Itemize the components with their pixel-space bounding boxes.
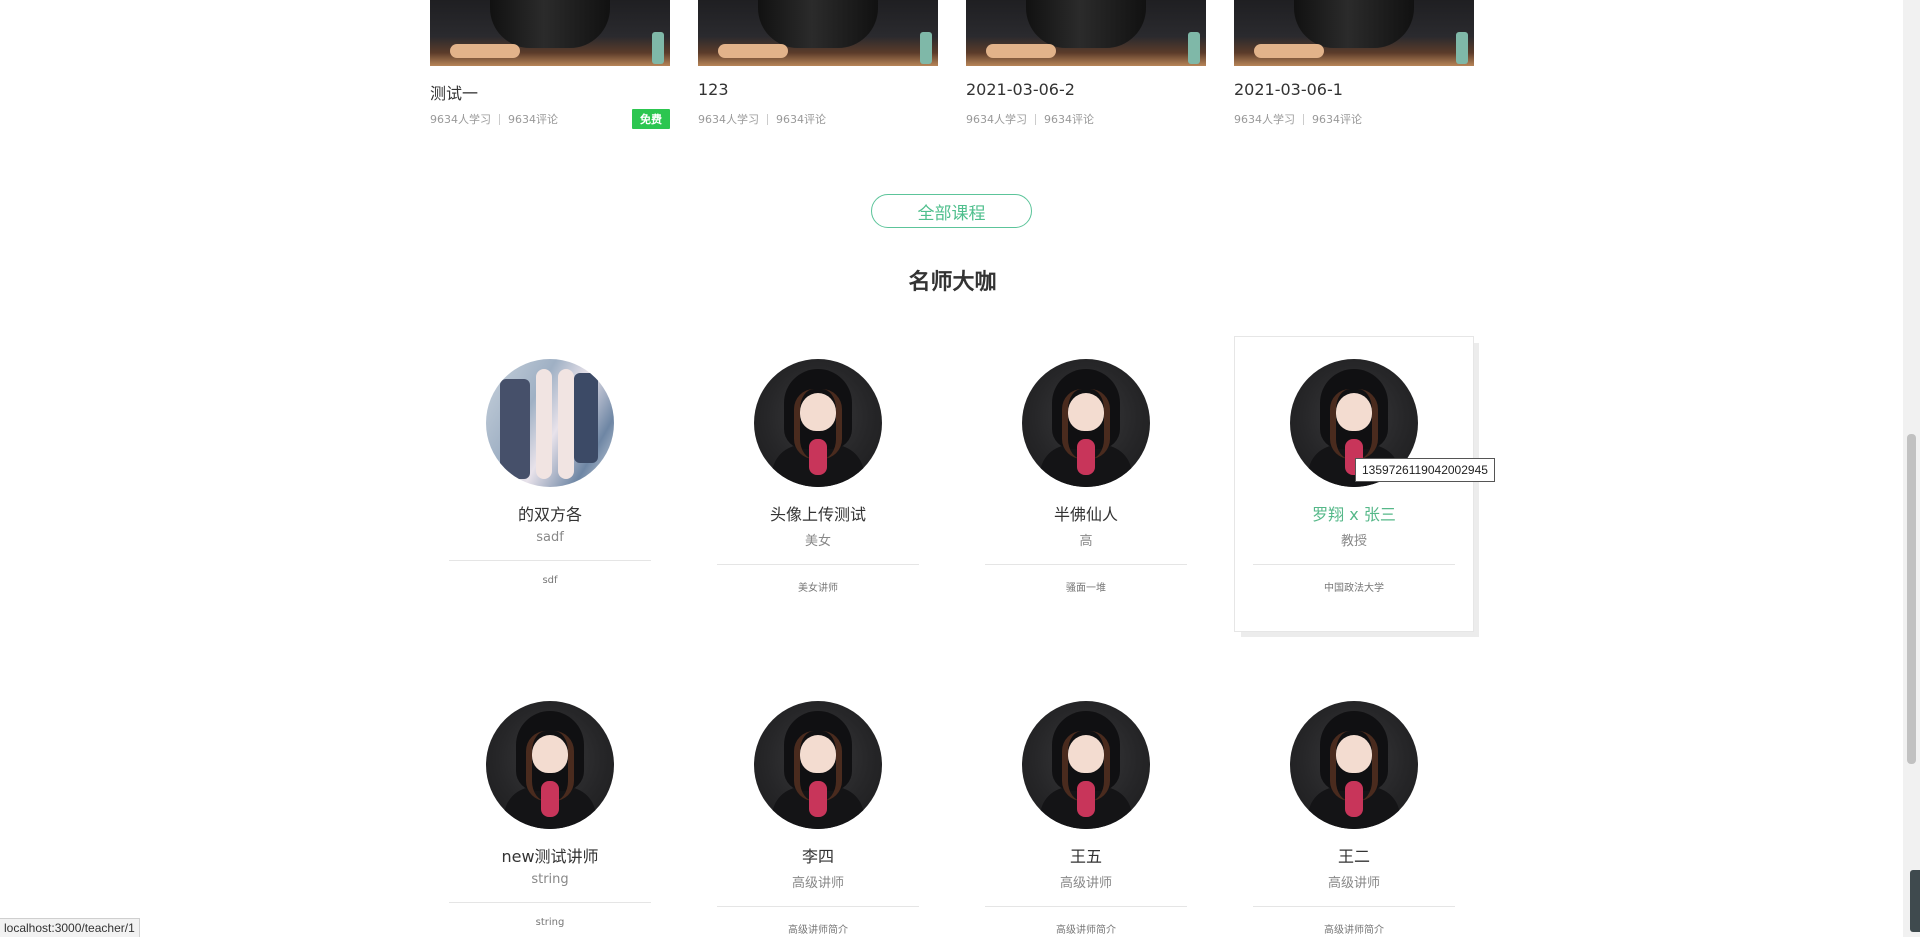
- teacher-title: sadf: [536, 530, 564, 545]
- teacher-intro: 高级讲师简介: [788, 925, 848, 936]
- teacher-card-hovered[interactable]: 罗翔 x 张三 教授 中国政法大学: [1234, 336, 1474, 632]
- course-thumbnail[interactable]: [698, 0, 938, 66]
- course-list: 测试一 9634人学习 9634评论 免费 123 9634人学习 9634评论…: [430, 0, 1475, 129]
- course-meta: 9634人学习 9634评论 免费: [430, 109, 670, 129]
- avatar-tooltip: 1359726119042002945: [1355, 458, 1495, 482]
- divider: [985, 906, 1187, 907]
- course-meta: 9634人学习 9634评论: [1234, 110, 1474, 128]
- teacher-name[interactable]: 头像上传测试: [699, 501, 937, 525]
- student-count: 9634人学习: [966, 113, 1027, 126]
- course-card[interactable]: 2021-03-06-2 9634人学习 9634评论: [966, 0, 1206, 128]
- divider: [717, 906, 919, 907]
- teacher-intro: 高级讲师简介: [1056, 925, 1116, 936]
- divider: [985, 564, 1187, 565]
- course-thumbnail[interactable]: [966, 0, 1206, 66]
- teacher-avatar[interactable]: [754, 701, 882, 829]
- teacher-intro: string: [535, 917, 565, 928]
- teacher-name[interactable]: 王二: [1235, 843, 1473, 867]
- course-card[interactable]: 2021-03-06-1 9634人学习 9634评论: [1234, 0, 1474, 128]
- teacher-name[interactable]: 的双方各: [431, 501, 669, 525]
- teacher-name[interactable]: new测试讲师: [431, 843, 669, 867]
- course-meta: 9634人学习 9634评论: [966, 110, 1206, 128]
- teacher-intro: 骚面一堆: [1066, 583, 1106, 594]
- teacher-avatar[interactable]: [1022, 701, 1150, 829]
- comment-count: 9634评论: [1312, 113, 1362, 126]
- vertical-scrollbar[interactable]: [1903, 0, 1920, 937]
- teacher-name[interactable]: 半佛仙人: [967, 501, 1205, 525]
- side-widget-icon[interactable]: [1910, 870, 1920, 932]
- teacher-name[interactable]: 李四: [699, 843, 937, 867]
- course-card[interactable]: 测试一 9634人学习 9634评论 免费: [430, 0, 670, 129]
- course-title[interactable]: 2021-03-06-2: [966, 80, 1206, 102]
- teacher-card[interactable]: 半佛仙人 高 骚面一堆: [966, 336, 1206, 632]
- teacher-intro: sdf: [542, 575, 558, 586]
- teacher-avatar[interactable]: [1290, 701, 1418, 829]
- comment-count: 9634评论: [508, 113, 558, 126]
- teacher-avatar[interactable]: [1022, 359, 1150, 487]
- comment-count: 9634评论: [776, 113, 826, 126]
- teacher-card[interactable]: new测试讲师 string string: [430, 678, 670, 937]
- course-meta: 9634人学习 9634评论: [698, 110, 938, 128]
- teacher-card[interactable]: 李四 高级讲师 高级讲师简介: [698, 678, 938, 937]
- status-bar-url: localhost:3000/teacher/1: [0, 918, 140, 937]
- free-badge: 免费: [632, 109, 670, 129]
- teacher-avatar[interactable]: [486, 701, 614, 829]
- scrollbar-thumb[interactable]: [1907, 434, 1916, 764]
- teacher-avatar[interactable]: [754, 359, 882, 487]
- course-card[interactable]: 123 9634人学习 9634评论: [698, 0, 938, 128]
- all-courses-button[interactable]: 全部课程: [871, 194, 1032, 228]
- course-thumbnail[interactable]: [1234, 0, 1474, 66]
- teacher-intro: 中国政法大学: [1324, 583, 1384, 594]
- teacher-avatar[interactable]: [486, 359, 614, 487]
- teacher-title: 高级讲师: [1327, 876, 1380, 891]
- course-thumbnail[interactable]: [430, 0, 670, 66]
- teacher-title: 美女: [804, 534, 831, 549]
- teacher-intro: 高级讲师简介: [1324, 925, 1384, 936]
- teacher-title: 高级讲师: [791, 876, 844, 891]
- teacher-title: string: [531, 872, 569, 887]
- course-title[interactable]: 123: [698, 80, 938, 102]
- meta-divider: [767, 113, 768, 125]
- teacher-name[interactable]: 王五: [967, 843, 1205, 867]
- teacher-intro: 美女讲师: [798, 583, 838, 594]
- meta-divider: [499, 113, 500, 125]
- divider: [449, 902, 651, 903]
- teacher-card[interactable]: 的双方各 sadf sdf: [430, 336, 670, 632]
- divider: [1253, 564, 1455, 565]
- teacher-title: 教授: [1340, 534, 1367, 549]
- teacher-card[interactable]: 王五 高级讲师 高级讲师简介: [966, 678, 1206, 937]
- teacher-name[interactable]: 罗翔 x 张三: [1235, 501, 1473, 525]
- course-title[interactable]: 测试一: [430, 80, 670, 103]
- teachers-section-title: 名师大咖: [908, 270, 997, 295]
- teacher-card[interactable]: 头像上传测试 美女 美女讲师: [698, 336, 938, 632]
- course-title[interactable]: 2021-03-06-1: [1234, 80, 1474, 102]
- meta-divider: [1303, 113, 1304, 125]
- page: 测试一 9634人学习 9634评论 免费 123 9634人学习 9634评论…: [0, 0, 1920, 937]
- meta-divider: [1035, 113, 1036, 125]
- divider: [449, 560, 651, 561]
- student-count: 9634人学习: [430, 113, 491, 126]
- teacher-title: 高级讲师: [1059, 876, 1112, 891]
- divider: [1253, 906, 1455, 907]
- teacher-title: 高: [1079, 534, 1093, 549]
- teacher-card[interactable]: 王二 高级讲师 高级讲师简介: [1234, 678, 1474, 937]
- divider: [717, 564, 919, 565]
- comment-count: 9634评论: [1044, 113, 1094, 126]
- student-count: 9634人学习: [1234, 113, 1295, 126]
- student-count: 9634人学习: [698, 113, 759, 126]
- teacher-list: 的双方各 sadf sdf 头像上传测试 美女 美女讲师 半佛仙人 高 骚面一堆…: [430, 336, 1475, 937]
